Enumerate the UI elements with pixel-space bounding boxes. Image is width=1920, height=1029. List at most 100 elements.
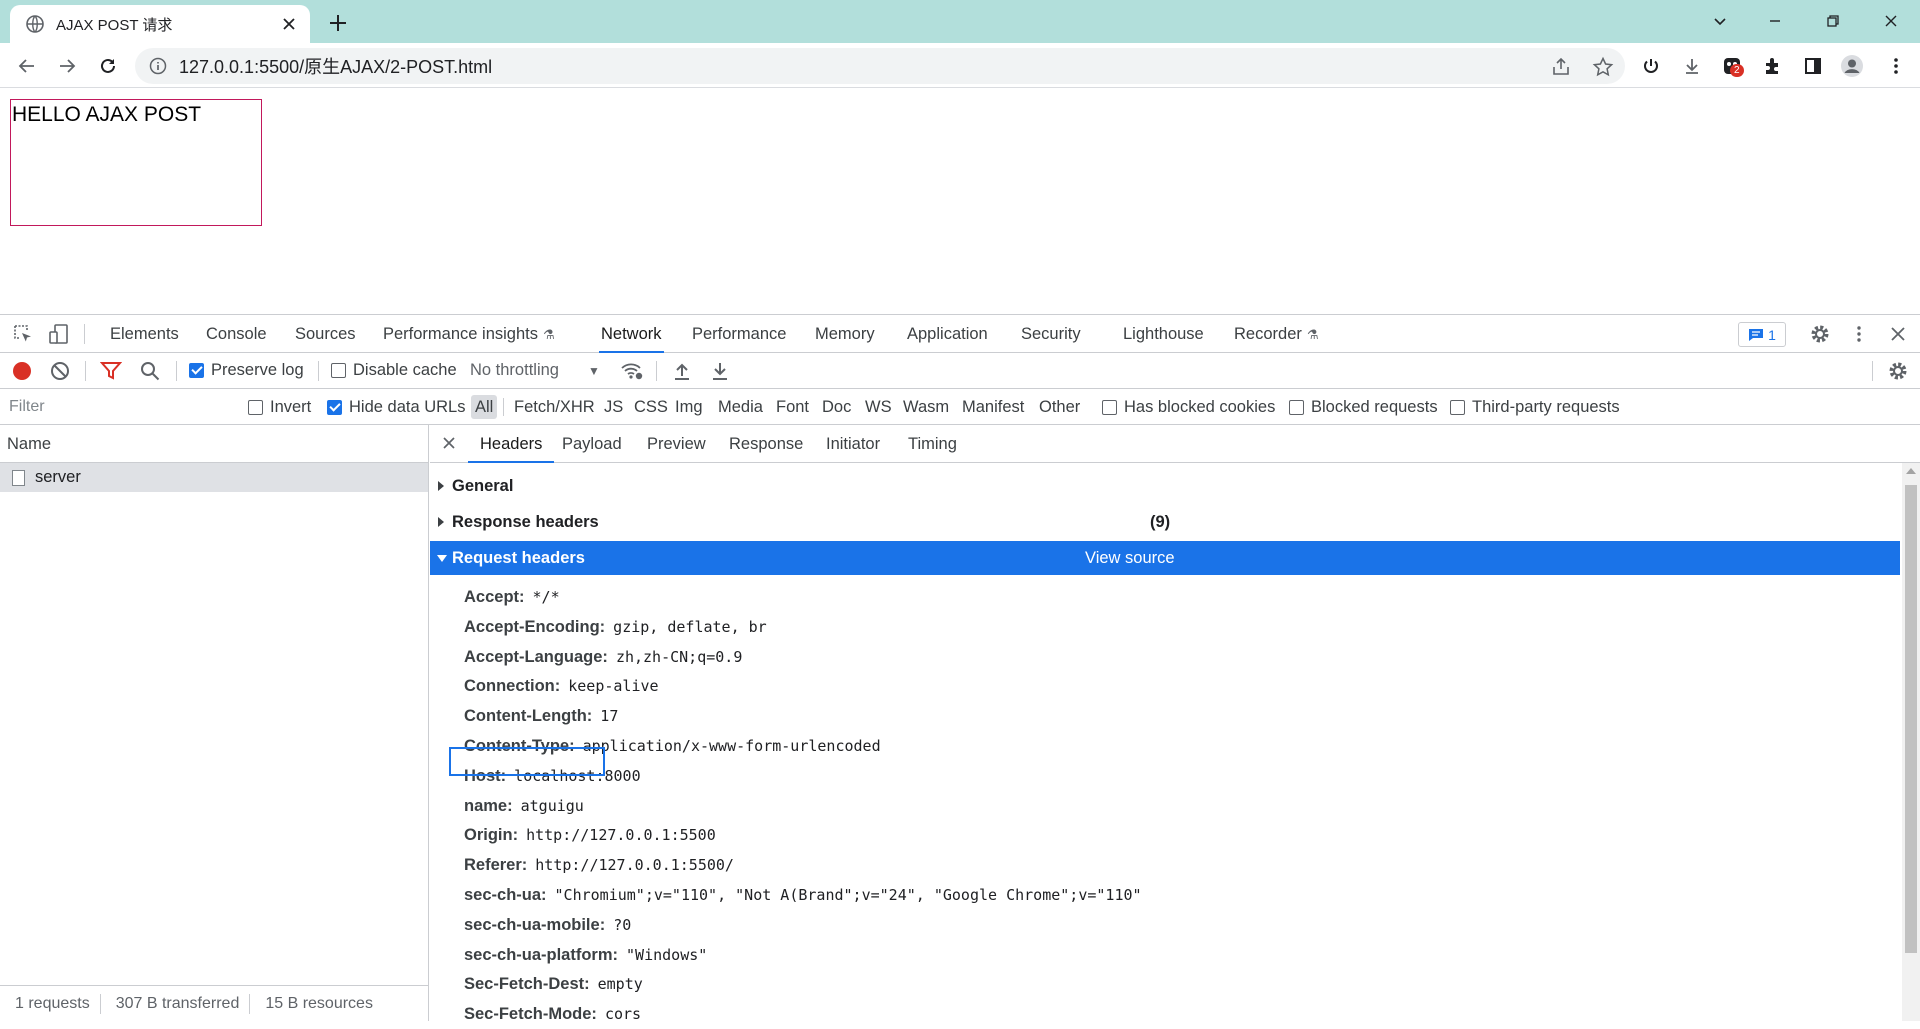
tab-lighthouse[interactable]: Lighthouse: [1123, 315, 1204, 353]
has-blocked-cookies-checkbox[interactable]: Has blocked cookies: [1102, 398, 1275, 417]
share-icon[interactable]: [1550, 56, 1572, 78]
general-section-header[interactable]: General: [430, 469, 1900, 503]
new-tab-icon[interactable]: [325, 10, 351, 36]
filter-type-css[interactable]: CSS: [630, 395, 672, 419]
tab-security[interactable]: Security: [1021, 315, 1081, 353]
filter-icon[interactable]: [100, 360, 122, 382]
import-har-icon[interactable]: [671, 360, 693, 382]
filter-type-fetch-xhr[interactable]: Fetch/XHR: [510, 395, 599, 419]
checkbox-unchecked[interactable]: [331, 363, 346, 378]
devtools-close-icon[interactable]: [1887, 323, 1909, 345]
scrollbar-thumb[interactable]: [1905, 485, 1917, 953]
checkbox-unchecked[interactable]: [1289, 400, 1304, 415]
tab-sources[interactable]: Sources: [295, 315, 356, 353]
request-headers-section-header[interactable]: Request headers View source: [430, 541, 1900, 575]
network-settings-gear-icon[interactable]: [1887, 360, 1909, 382]
tab-headers[interactable]: Headers: [468, 425, 555, 463]
invert-checkbox[interactable]: Invert: [248, 398, 311, 417]
checkbox-unchecked[interactable]: [1450, 400, 1465, 415]
tab-console[interactable]: Console: [206, 315, 267, 353]
filter-type-ws[interactable]: WS: [861, 395, 896, 419]
tab-network[interactable]: Network: [599, 315, 664, 353]
tab-performance-insights[interactable]: Performance insights ⚗: [383, 315, 555, 353]
throttling-select[interactable]: No throttling ▼: [470, 361, 600, 380]
record-icon[interactable]: [11, 360, 33, 382]
extensions-puzzle-icon[interactable]: [1759, 52, 1787, 80]
profile-avatar-icon[interactable]: [1838, 52, 1866, 80]
hide-data-urls-checkbox[interactable]: Hide data URLs: [327, 398, 465, 417]
browser-tab[interactable]: AJAX POST 请求: [10, 5, 310, 43]
filter-type-media[interactable]: Media: [714, 395, 767, 419]
blocked-requests-checkbox[interactable]: Blocked requests: [1289, 398, 1438, 417]
filter-type-font[interactable]: Font: [772, 395, 813, 419]
view-source-link[interactable]: View source: [1085, 549, 1175, 568]
side-panel-icon[interactable]: [1799, 52, 1827, 80]
header-value: 17: [600, 707, 619, 726]
extension-app-icon[interactable]: 2: [1718, 52, 1746, 80]
clear-icon[interactable]: [49, 360, 71, 382]
extension-badge: 2: [1730, 64, 1744, 77]
checkbox-unchecked[interactable]: [248, 400, 263, 415]
network-conditions-icon[interactable]: [620, 360, 643, 382]
filter-input[interactable]: Filter: [4, 394, 230, 420]
export-har-icon[interactable]: [709, 360, 731, 382]
response-headers-section-header[interactable]: Response headers (9): [430, 505, 1900, 539]
power-icon[interactable]: [1637, 52, 1665, 80]
tab-elements[interactable]: Elements: [110, 315, 179, 353]
close-details-icon[interactable]: [440, 434, 458, 452]
site-info-icon[interactable]: [149, 57, 167, 75]
preserve-log-checkbox[interactable]: Preserve log: [189, 361, 304, 380]
header-value: atguigu: [520, 796, 584, 815]
filter-type-js[interactable]: JS: [600, 395, 627, 419]
tab-search-icon[interactable]: [1705, 6, 1735, 36]
search-icon[interactable]: [139, 360, 161, 382]
back-icon[interactable]: [13, 52, 41, 80]
dropdown-arrow-icon: ▼: [587, 363, 600, 378]
window-close-icon[interactable]: [1876, 6, 1906, 36]
filter-type-doc[interactable]: Doc: [818, 395, 855, 419]
issues-counter[interactable]: 1: [1738, 322, 1786, 347]
filter-type-img[interactable]: Img: [671, 395, 707, 419]
download-icon[interactable]: [1678, 52, 1706, 80]
request-row[interactable]: server: [0, 463, 428, 492]
tab-timing[interactable]: Timing: [908, 425, 957, 463]
name-column-header[interactable]: Name: [0, 425, 428, 463]
devtools-menu-icon[interactable]: [1848, 323, 1870, 345]
menu-kebab-icon[interactable]: [1882, 52, 1910, 80]
tab-response[interactable]: Response: [729, 425, 803, 463]
tab-recorder[interactable]: Recorder ⚗: [1234, 315, 1319, 353]
filter-type-all[interactable]: All: [471, 395, 498, 419]
address-bar[interactable]: 127.0.0.1:5500/原生AJAX/2-POST.html: [135, 48, 1625, 84]
restore-icon[interactable]: [1818, 6, 1848, 36]
third-party-requests-checkbox[interactable]: Third-party requests: [1450, 398, 1620, 417]
filter-type-wasm[interactable]: Wasm: [899, 395, 953, 419]
status-summary: 1 requests 307 B transferred 15 B resour…: [0, 985, 429, 1021]
filter-type-manifest[interactable]: Manifest: [958, 395, 1028, 419]
scrollbar[interactable]: [1902, 463, 1920, 1021]
tab-preview[interactable]: Preview: [647, 425, 706, 463]
checkbox-checked[interactable]: [327, 400, 342, 415]
reload-icon[interactable]: [94, 52, 122, 80]
tab-performance[interactable]: Performance: [692, 315, 786, 353]
checkbox-checked[interactable]: [189, 363, 204, 378]
tab-close-icon[interactable]: [280, 15, 298, 33]
bookmark-star-icon[interactable]: [1592, 56, 1614, 78]
inspect-element-icon[interactable]: [12, 323, 34, 345]
checkbox-unchecked[interactable]: [1102, 400, 1117, 415]
forward-icon[interactable]: [53, 52, 81, 80]
general-title: General: [452, 476, 514, 495]
url-text[interactable]: 127.0.0.1:5500/原生AJAX/2-POST.html: [179, 53, 492, 79]
disable-cache-checkbox[interactable]: Disable cache: [331, 361, 457, 380]
tab-application[interactable]: Application: [907, 315, 988, 353]
scroll-up-arrow-icon[interactable]: [1906, 468, 1916, 474]
filter-type-other[interactable]: Other: [1035, 395, 1084, 419]
device-toolbar-icon[interactable]: [48, 323, 70, 345]
tab-memory[interactable]: Memory: [815, 315, 875, 353]
settings-gear-icon[interactable]: [1809, 323, 1831, 345]
header-value: http://127.0.0.1:5500: [526, 826, 716, 845]
tab-initiator[interactable]: Initiator: [826, 425, 880, 463]
request-header-row: Sec-Fetch-Mode: cors: [464, 999, 641, 1029]
filter-bar: Filter Invert Hide data URLs All Fetch/X…: [0, 389, 1920, 425]
tab-payload[interactable]: Payload: [562, 425, 622, 463]
minimize-icon[interactable]: [1760, 6, 1790, 36]
